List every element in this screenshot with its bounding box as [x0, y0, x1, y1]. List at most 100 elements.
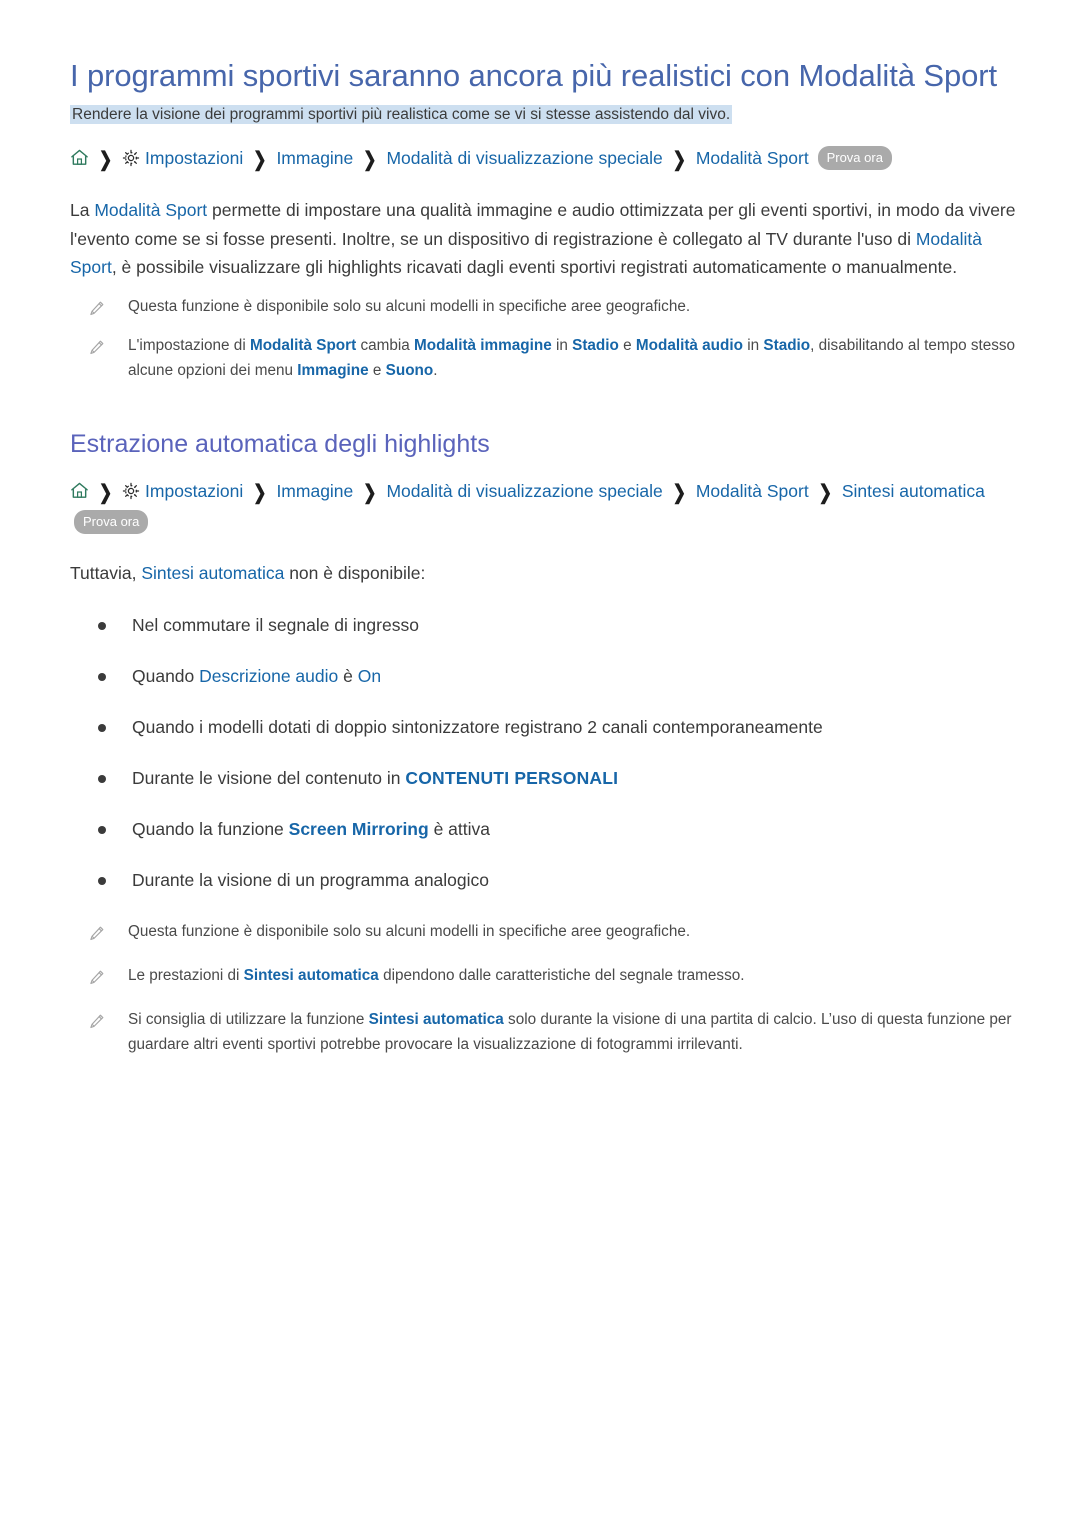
bullet-text-part: Quando la funzione — [132, 819, 289, 840]
lead-summary-wrapper: Rendere la visione dei programmi sportiv… — [70, 103, 1018, 127]
note-text: L'impostazione di Modalità Sport cambia … — [128, 334, 1018, 384]
link-suono[interactable]: Suono — [386, 362, 434, 379]
note-text-part: . — [433, 362, 438, 379]
gear-icon[interactable] — [122, 149, 140, 167]
chevron-right-icon: ❯ — [98, 482, 113, 504]
note-item: Le prestazioni di Sintesi automatica dip… — [70, 964, 1018, 989]
link-descrizione-audio[interactable]: Descrizione audio — [199, 666, 338, 686]
note-text: Questa funzione è disponibile solo su al… — [128, 923, 691, 941]
breadcrumb-item-sintesi-automatica[interactable]: Sintesi automatica — [842, 481, 985, 501]
list-item-text: Quando i modelli dotati di doppio sinton… — [132, 713, 1018, 741]
chevron-right-icon: ❯ — [98, 149, 113, 171]
list-item-text: Quando la funzione Screen Mirroring è at… — [132, 815, 1018, 843]
chevron-right-icon: ❯ — [363, 149, 377, 171]
notes-block: Questa funzione è disponibile solo su al… — [70, 920, 1018, 1057]
list-item-text: Quando Descrizione audio è On — [132, 662, 1018, 690]
note-text-part: Le prestazioni di — [128, 967, 244, 985]
page-title: I programmi sportivi saranno ancora più … — [70, 58, 997, 93]
note-text-part: e — [618, 337, 636, 355]
link-screen-mirroring[interactable]: Screen Mirroring — [289, 819, 429, 839]
list-item: Quando la funzione Screen Mirroring è at… — [70, 815, 1018, 843]
breadcrumb[interactable]: ❯ Impostazioni ❯ Immagine ❯ Modalità di … — [70, 143, 1018, 175]
availability-intro: Tuttavia, Sintesi automatica non è dispo… — [70, 559, 1018, 587]
note-text-part: cambia — [356, 337, 415, 355]
try-now-badge[interactable]: Prova ora — [74, 510, 149, 535]
list-item: Durante la visione di un programma analo… — [70, 866, 1018, 894]
list-item-text: Nel commutare il segnale di ingresso — [132, 611, 1018, 639]
breadcrumb-item-modalita-sport[interactable]: Modalità Sport — [696, 148, 809, 168]
section-title: Estrazione automatica degli highlights — [70, 429, 490, 458]
bullet-text-part: è attiva — [428, 819, 490, 840]
home-icon[interactable] — [70, 481, 89, 500]
bullet-text-part: è — [338, 666, 358, 687]
breadcrumb-item-modalita-sport[interactable]: Modalità Sport — [696, 481, 809, 501]
paragraph-text-part: , è possibile visualizzare gli highlight… — [111, 257, 958, 278]
list-item: Quando Descrizione audio è On — [70, 662, 1018, 690]
chevron-right-icon: ❯ — [672, 149, 686, 171]
note-item: Questa funzione è disponibile solo su al… — [70, 920, 1018, 945]
breadcrumb-item-modalita-visualizzazione-speciale[interactable]: Modalità di visualizzazione speciale — [386, 481, 662, 501]
note-item: Questa funzione è disponibile solo su al… — [70, 295, 1018, 320]
pencil-note-icon — [88, 295, 110, 317]
breadcrumb-item-impostazioni[interactable]: Impostazioni — [145, 481, 243, 501]
link-sintesi-automatica[interactable]: Sintesi automatica — [141, 563, 284, 583]
link-on[interactable]: On — [358, 666, 381, 686]
chevron-right-icon: ❯ — [672, 482, 686, 504]
bullet-dot-icon — [98, 724, 106, 733]
breadcrumb[interactable]: ❯ Impostazioni ❯ Immagine ❯ Modalità di … — [70, 476, 1018, 538]
gear-icon[interactable] — [122, 482, 140, 500]
breadcrumb-item-immagine[interactable]: Immagine — [276, 148, 353, 168]
intro-paragraph: La Modalità Sport permette di impostare … — [70, 196, 1018, 281]
paragraph-text-part: La — [70, 200, 95, 221]
bullet-text-part: Quando — [132, 666, 200, 687]
link-modalita-audio[interactable]: Modalità audio — [636, 337, 743, 354]
chevron-right-icon: ❯ — [253, 482, 267, 504]
link-contenuti-personali[interactable]: CONTENUTI PERSONALI — [405, 768, 618, 788]
link-sintesi-automatica[interactable]: Sintesi automatica — [244, 967, 379, 984]
note-text: Le prestazioni di Sintesi automatica dip… — [128, 964, 1018, 989]
link-stadio[interactable]: Stadio — [572, 337, 619, 354]
intro-text-part: Tuttavia, — [70, 563, 142, 584]
bullet-dot-icon — [98, 673, 106, 682]
bullet-text-part: Durante la visione di un programma analo… — [132, 870, 490, 891]
link-modalita-sport[interactable]: Modalità Sport — [94, 200, 207, 220]
list-item: Nel commutare il segnale di ingresso — [70, 611, 1018, 639]
breadcrumb-item-immagine[interactable]: Immagine — [276, 481, 353, 501]
list-item: Quando i modelli dotati di doppio sinton… — [70, 713, 1018, 741]
note-text: Questa funzione è disponibile solo su al… — [128, 298, 691, 316]
bullet-text-part: Nel commutare il segnale di ingresso — [132, 615, 419, 636]
pencil-note-icon — [88, 920, 110, 942]
note-text: Si consiglia di utilizzare la funzione S… — [128, 1008, 1018, 1058]
link-stadio[interactable]: Stadio — [763, 337, 810, 354]
note-text-part: Si consiglia di utilizzare la funzione — [128, 1011, 369, 1028]
list-item-text: Durante le visione del contenuto in CONT… — [132, 764, 1018, 792]
link-immagine[interactable]: Immagine — [297, 362, 368, 379]
chevron-right-icon: ❯ — [818, 482, 832, 504]
note-item: L'impostazione di Modalità Sport cambia … — [70, 334, 1018, 384]
lead-summary: Rendere la visione dei programmi sportiv… — [70, 104, 733, 124]
note-text-part: L'impostazione di — [128, 337, 250, 355]
list-item: Durante le visione del contenuto in CONT… — [70, 764, 1018, 792]
try-now-badge[interactable]: Prova ora — [817, 145, 892, 170]
bullet-dot-icon — [98, 826, 106, 835]
note-item: Si consiglia di utilizzare la funzione S… — [70, 1008, 1018, 1058]
note-text-part: e — [368, 362, 386, 379]
chevron-right-icon: ❯ — [363, 482, 377, 504]
breadcrumb-item-impostazioni[interactable]: Impostazioni — [145, 148, 243, 168]
intro-text-part: non è disponibile: — [284, 563, 426, 584]
link-sintesi-automatica[interactable]: Sintesi automatica — [369, 1011, 504, 1028]
breadcrumb-item-modalita-visualizzazione-speciale[interactable]: Modalità di visualizzazione speciale — [386, 148, 662, 168]
chevron-right-icon: ❯ — [253, 149, 267, 171]
bullet-text-part: Quando i modelli dotati di doppio sinton… — [132, 717, 823, 738]
bullet-dot-icon — [98, 877, 106, 886]
bullet-text-part: Durante le visione del contenuto in — [132, 768, 406, 789]
pencil-note-icon — [88, 334, 110, 356]
note-text-part: in — [742, 337, 764, 355]
list-item-text: Durante la visione di un programma analo… — [132, 866, 1018, 894]
link-modalita-sport[interactable]: Modalità Sport — [250, 337, 356, 354]
note-text-part: in — [551, 337, 573, 355]
link-modalita-immagine[interactable]: Modalità immagine — [414, 337, 552, 354]
home-icon[interactable] — [70, 148, 89, 167]
bullet-dot-icon — [98, 622, 106, 631]
